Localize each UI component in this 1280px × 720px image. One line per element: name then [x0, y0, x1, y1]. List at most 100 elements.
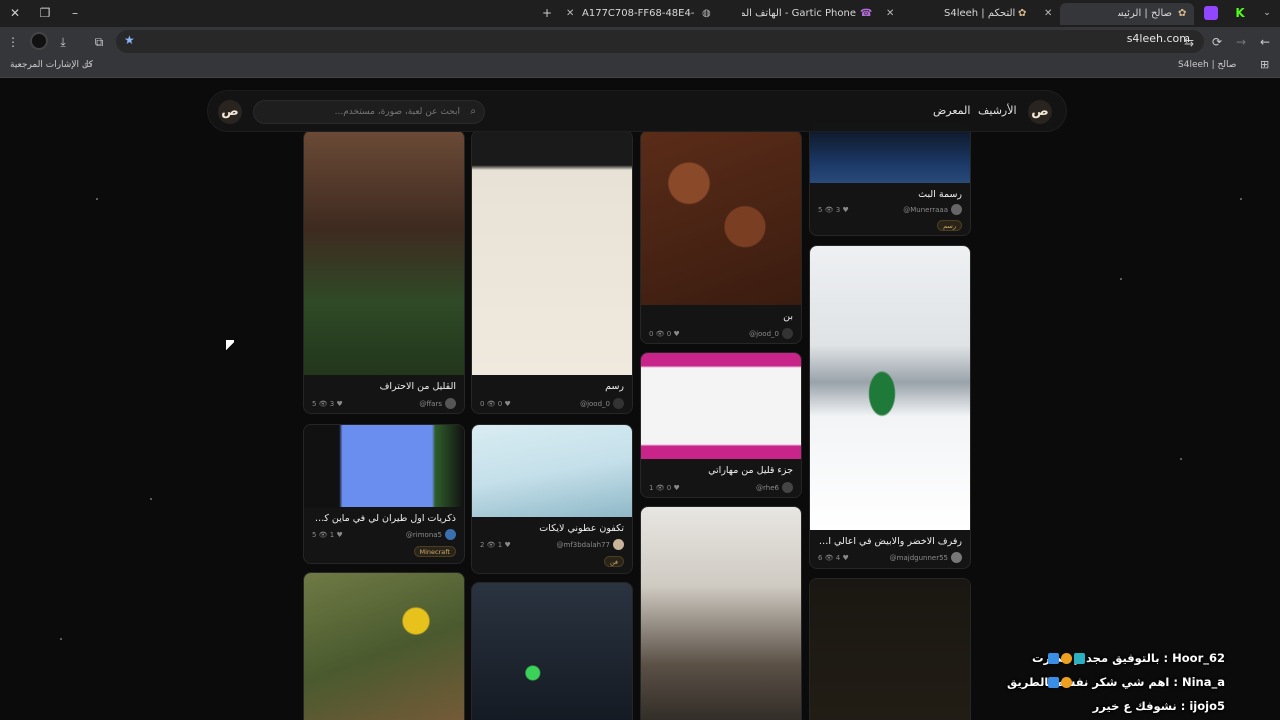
gallery-card[interactable]: تكفون عطوني لايكات @mf3bdalah77 2 👁 1 ♥ … — [471, 424, 633, 574]
card-image[interactable] — [810, 579, 970, 720]
profile-avatar-icon[interactable] — [30, 32, 48, 50]
card-stats: 2 👁 1 ♥ — [480, 541, 511, 549]
new-tab-icon[interactable]: + — [536, 4, 558, 22]
tab-close-icon[interactable]: ✕ — [566, 3, 574, 25]
site-navbar: ص ⌕ ابحث عن لعبة، صورة، مستخدم... المعرض… — [207, 90, 1067, 132]
badge-icon — [1048, 677, 1059, 688]
all-bookmarks-label[interactable]: كل الإشارات المرجعية — [10, 60, 93, 70]
chat-message: اهم شي شكر نفسه بالطريق : Nina_a — [1007, 675, 1225, 689]
card-image[interactable] — [304, 131, 464, 375]
tab-bar: ✕ ❐ – + ✕ A177C708-FF68-48E4-8F27-CF... … — [0, 0, 1280, 27]
card-username[interactable]: @jood_0 — [580, 400, 610, 408]
gallery-card[interactable]: ذكريات اول طيران لي في ماين كرافت ... @r… — [303, 424, 465, 564]
card-image[interactable] — [472, 583, 632, 720]
site-favicon-icon: ✿ — [1178, 8, 1187, 19]
url-text[interactable]: s4leeh.com — [1127, 32, 1190, 45]
tab-close-icon[interactable]: ✕ — [886, 3, 894, 25]
tab-uuid[interactable]: ✕ A177C708-FF68-48E4-8F27-CF... ◍ — [562, 3, 718, 25]
site-favicon-icon: ✿ — [1018, 8, 1027, 19]
tab-dashboard[interactable]: ✕ S4leeh | لوحة التحكم ✿ — [940, 3, 1058, 25]
card-username[interactable]: @ffars — [419, 400, 442, 408]
gallery-card[interactable] — [809, 578, 971, 720]
gallery-card[interactable]: جزء قليل من مهاراتي @rhe6 1 👁 0 ♥ — [640, 352, 802, 498]
card-username[interactable]: @Munerraaa — [903, 206, 948, 214]
card-image[interactable] — [472, 425, 632, 517]
gallery-card[interactable]: القليل من الاحتراف @ffars 5 👁 3 ♥ — [303, 130, 465, 414]
omnibox[interactable]: ★ — [116, 30, 1204, 53]
card-image[interactable] — [472, 131, 632, 375]
page-content: ص ⌕ ابحث عن لعبة، صورة، مستخدم... المعرض… — [0, 78, 1280, 720]
category-tag[interactable]: رسم — [937, 220, 962, 231]
address-bar: ⋮ ⤓ ⧉ ★ ⇆ ⟳ → ← — [0, 27, 1280, 56]
card-username[interactable]: @majdgunner55 — [890, 554, 948, 562]
gallery-card[interactable] — [471, 582, 633, 720]
category-tag[interactable]: فن — [603, 556, 624, 567]
badge-icon — [1074, 653, 1085, 664]
card-image[interactable] — [641, 507, 801, 720]
site-logo-icon[interactable]: ص — [1028, 100, 1052, 124]
close-window-icon[interactable]: ✕ — [4, 4, 26, 22]
search-placeholder: ابحث عن لعبة، صورة، مستخدم... — [334, 107, 460, 117]
gallery-card[interactable] — [640, 506, 802, 720]
menu-dots-icon[interactable]: ⋮ — [4, 33, 22, 51]
site-logo-icon[interactable]: ص — [218, 100, 242, 124]
avatar — [951, 552, 962, 563]
badge-icon — [1061, 677, 1072, 688]
card-title: تكفون عطوني لايكات — [539, 523, 624, 534]
card-image[interactable] — [304, 425, 464, 507]
avatar — [445, 398, 456, 409]
avatar — [951, 204, 962, 215]
tab-label: S4leeh | لوحة التحكم — [944, 8, 1016, 19]
download-icon[interactable]: ⤓ — [54, 33, 72, 51]
gallery-card[interactable]: رسمة البث @Munerraaa 5 👁 3 ♥ رسم — [809, 124, 971, 236]
chat-text: نشوفك ع خيرر : — [1092, 699, 1190, 713]
reload-icon[interactable]: ⟳ — [1208, 33, 1226, 51]
extensions-icon[interactable]: ⧉ — [90, 33, 108, 51]
tab-search-icon[interactable]: ⌄ — [1256, 4, 1278, 22]
twitch-icon[interactable] — [1204, 6, 1218, 20]
card-title: ذكريات اول طيران لي في ماين كرافت ... — [310, 513, 456, 524]
bookmark-star-icon[interactable]: ★ — [124, 33, 135, 47]
card-title: رسم — [605, 381, 624, 392]
tab-close-icon[interactable]: ✕ — [1044, 3, 1052, 25]
bookmark-item[interactable]: S4leeh | صالح — [1178, 60, 1236, 70]
kick-icon[interactable]: K — [1233, 6, 1247, 20]
card-stats: 6 👁 4 ♥ — [818, 554, 849, 562]
card-image[interactable] — [810, 125, 970, 183]
chat-username: ijojo5 — [1189, 699, 1225, 713]
card-title: بن — [783, 311, 793, 322]
gallery-card[interactable] — [303, 572, 465, 720]
chat-message: نشوفك ع خيرر : ijojo5 — [1093, 699, 1225, 713]
card-username[interactable]: @rhe6 — [756, 484, 779, 492]
tab-gartic-phone[interactable]: ✕ Gartic Phone - الهاتف المكسور ☎ — [722, 3, 900, 25]
card-image[interactable] — [810, 246, 970, 530]
gallery-card[interactable]: بن @jood_0 0 👁 0 ♥ — [640, 130, 802, 344]
tab-home[interactable]: صالح | الرئيسية ✿ — [1060, 3, 1194, 25]
avatar — [782, 482, 793, 493]
card-image[interactable] — [641, 353, 801, 459]
card-image[interactable] — [304, 573, 464, 720]
card-username[interactable]: @mf3bdalah77 — [557, 541, 611, 549]
gallery-card[interactable]: رفرف الاخضر والابيض في اعالي القمم @majd… — [809, 245, 971, 569]
apps-grid-icon[interactable]: ⊞ — [1260, 58, 1269, 71]
card-stats: 1 👁 0 ♥ — [649, 484, 680, 492]
card-username[interactable]: @jood_0 — [749, 330, 779, 338]
forward-icon[interactable]: → — [1232, 33, 1250, 51]
search-input[interactable]: ⌕ ابحث عن لعبة، صورة، مستخدم... — [253, 100, 485, 124]
avatar — [613, 539, 624, 550]
tab-label: Gartic Phone - الهاتف المكسور — [742, 8, 856, 19]
card-image[interactable] — [641, 131, 801, 305]
card-stats: 5 👁 3 ♥ — [312, 400, 343, 408]
card-stats: 5 👁 3 ♥ — [818, 206, 849, 214]
card-stats: 0 👁 0 ♥ — [649, 330, 680, 338]
nav-gallery[interactable]: المعرض — [933, 104, 970, 117]
gallery-card[interactable]: رسم @jood_0 0 👁 0 ♥ — [471, 130, 633, 414]
back-icon[interactable]: ← — [1256, 33, 1274, 51]
card-title: القليل من الاحتراف — [379, 381, 456, 392]
restore-window-icon[interactable]: ❐ — [34, 4, 56, 22]
minimize-window-icon[interactable]: – — [64, 4, 86, 22]
nav-archive[interactable]: الأرشيف — [978, 104, 1017, 117]
card-username[interactable]: @rimona5 — [406, 531, 442, 539]
tab-label: صالح | الرئيسية — [1118, 8, 1172, 19]
category-tag[interactable]: Minecraft — [413, 546, 456, 557]
